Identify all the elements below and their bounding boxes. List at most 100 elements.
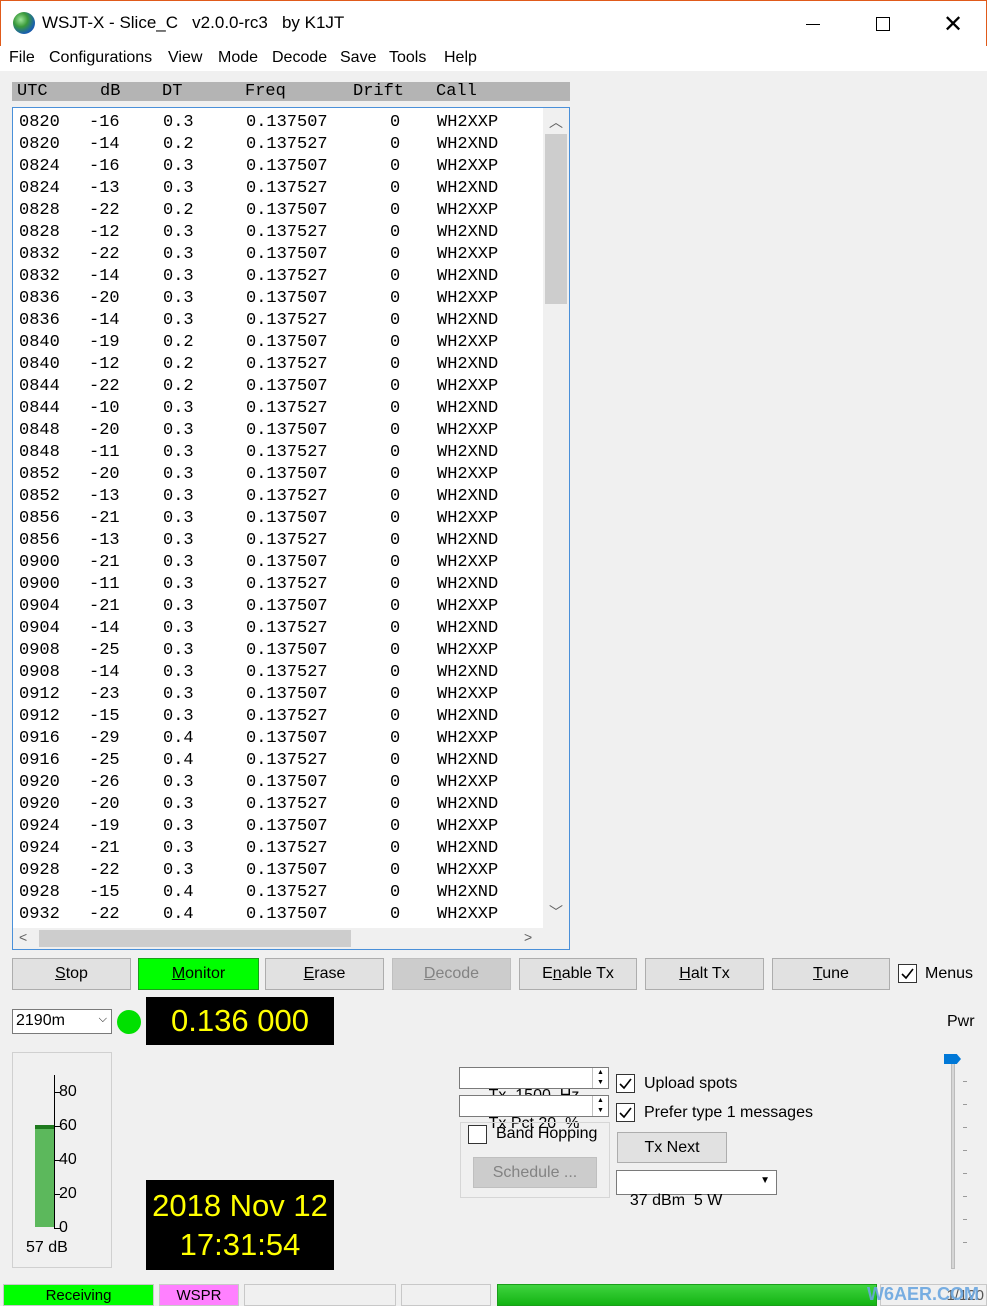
cell-call: WH2XND xyxy=(437,355,499,374)
table-row[interactable]: 0824 -16 0.3 0.137507 0 WH2XXP xyxy=(13,156,543,178)
table-row[interactable]: 0832 -14 0.3 0.137527 0 WH2XND xyxy=(13,266,543,288)
cell-call: WH2XXP xyxy=(437,333,499,352)
table-row[interactable]: 0840 -19 0.2 0.137507 0 WH2XXP xyxy=(13,332,543,354)
table-row[interactable]: 0844 -22 0.2 0.137507 0 WH2XXP xyxy=(13,376,543,398)
table-row[interactable]: 0856 -13 0.3 0.137527 0 WH2XND xyxy=(13,530,543,552)
cell-call: WH2XXP xyxy=(437,509,499,528)
tx-frequency-spinbox[interactable]: Tx 1500 Hz ▲▼ xyxy=(459,1067,609,1104)
table-row[interactable]: 0832 -22 0.3 0.137507 0 WH2XXP xyxy=(13,244,543,266)
menu-mode[interactable]: Mode xyxy=(218,49,258,67)
menu-save[interactable]: Save xyxy=(340,49,376,67)
cell-dt: 0.3 xyxy=(163,245,194,264)
band-select[interactable]: 2190m ⌵ xyxy=(12,1009,112,1034)
cell-call: WH2XXP xyxy=(437,685,499,704)
cell-freq: 0.137527 xyxy=(246,135,328,154)
table-row[interactable]: 0908 -25 0.3 0.137507 0 WH2XXP xyxy=(13,640,543,662)
power-slider-track[interactable] xyxy=(951,1057,955,1269)
power-slider-handle[interactable] xyxy=(944,1054,961,1064)
cell-dt: 0.4 xyxy=(163,751,194,770)
decode-list[interactable]: 0820 -16 0.3 0.137507 0 WH2XXP 0820 -14 0.2 0.137… xyxy=(12,107,570,950)
table-row[interactable]: 0824 -13 0.3 0.137527 0 WH2XND xyxy=(13,178,543,200)
cell-freq: 0.137507 xyxy=(246,685,328,704)
tx-next-button[interactable]: Tx Next xyxy=(617,1132,727,1163)
table-row[interactable]: 0912 -15 0.3 0.137527 0 WH2XND xyxy=(13,706,543,728)
table-row[interactable]: 0836 -14 0.3 0.137527 0 WH2XND xyxy=(13,310,543,332)
menus-checkbox[interactable] xyxy=(898,964,917,983)
tune-button[interactable]: Tune xyxy=(772,958,890,990)
table-row[interactable]: 0852 -13 0.3 0.137527 0 WH2XND xyxy=(13,486,543,508)
table-row[interactable]: 0912 -23 0.3 0.137507 0 WH2XXP xyxy=(13,684,543,706)
table-row[interactable]: 0852 -20 0.3 0.137507 0 WH2XXP xyxy=(13,464,543,486)
stop-button[interactable]: Stop xyxy=(12,958,131,990)
upload-spots-checkbox[interactable] xyxy=(616,1074,635,1093)
table-row[interactable]: 0928 -22 0.3 0.137507 0 WH2XXP xyxy=(13,860,543,882)
cell-freq: 0.137507 xyxy=(246,201,328,220)
slider-tick xyxy=(963,1219,967,1220)
scroll-left-icon[interactable]: < xyxy=(19,929,27,945)
vertical-scrollbar[interactable]: ︿ ﹀ xyxy=(543,108,569,928)
maximize-button[interactable] xyxy=(848,1,918,47)
clock-time: 17:31:54 xyxy=(179,1227,301,1262)
table-row[interactable]: 0844 -10 0.3 0.137527 0 WH2XND xyxy=(13,398,543,420)
table-row[interactable]: 0820 -14 0.2 0.137527 0 WH2XND xyxy=(13,134,543,156)
vertical-scroll-thumb[interactable] xyxy=(545,134,567,304)
scroll-right-icon[interactable]: > xyxy=(524,929,532,945)
table-row[interactable]: 0920 -20 0.3 0.137527 0 WH2XND xyxy=(13,794,543,816)
table-row[interactable]: 0904 -14 0.3 0.137527 0 WH2XND xyxy=(13,618,543,640)
table-row[interactable]: 0928 -15 0.4 0.137527 0 WH2XND xyxy=(13,882,543,904)
table-row[interactable]: 0848 -20 0.3 0.137507 0 WH2XXP xyxy=(13,420,543,442)
menu-decode[interactable]: Decode xyxy=(272,49,327,67)
table-row[interactable]: 0828 -12 0.3 0.137527 0 WH2XND xyxy=(13,222,543,244)
cell-dt: 0.3 xyxy=(163,487,194,506)
table-row[interactable]: 0900 -11 0.3 0.137527 0 WH2XND xyxy=(13,574,543,596)
table-row[interactable]: 0840 -12 0.2 0.137527 0 WH2XND xyxy=(13,354,543,376)
minimize-button[interactable] xyxy=(778,1,848,47)
monitor-label: Monitor xyxy=(171,965,226,982)
menu-help[interactable]: Help xyxy=(444,49,477,67)
table-row[interactable]: 0856 -21 0.3 0.137507 0 WH2XXP xyxy=(13,508,543,530)
cell-db: -21 xyxy=(89,839,120,858)
scroll-down-icon[interactable]: ﹀ xyxy=(549,902,563,922)
menu-view[interactable]: View xyxy=(168,49,202,67)
decode-button[interactable]: Decode xyxy=(392,958,511,990)
cell-drift: 0 xyxy=(390,399,401,418)
spin-arrows-icon[interactable]: ▲ ▼ xyxy=(592,1096,608,1116)
table-row[interactable]: 0916 -29 0.4 0.137507 0 WH2XXP xyxy=(13,728,543,750)
table-row[interactable]: 0900 -21 0.3 0.137507 0 WH2XXP xyxy=(13,552,543,574)
halt-tx-button[interactable]: Halt Tx xyxy=(645,958,764,990)
mode-label: WSPR xyxy=(176,1286,222,1304)
erase-button[interactable]: Erase xyxy=(265,958,384,990)
table-row[interactable]: 0836 -20 0.3 0.137507 0 WH2XXP xyxy=(13,288,543,310)
table-row[interactable]: 0924 -19 0.3 0.137507 0 WH2XXP xyxy=(13,816,543,838)
spin-arrows-icon[interactable]: ▲ ▼ xyxy=(592,1068,608,1088)
table-row[interactable]: 0848 -11 0.3 0.137527 0 WH2XND xyxy=(13,442,543,464)
cell-utc: 0920 xyxy=(19,773,60,792)
horizontal-scroll-thumb[interactable] xyxy=(39,930,351,947)
table-row[interactable]: 0908 -14 0.3 0.137527 0 WH2XND xyxy=(13,662,543,684)
band-hopping-checkbox[interactable] xyxy=(468,1125,487,1144)
cell-freq: 0.137527 xyxy=(246,223,328,242)
table-row[interactable]: 0932 -22 0.4 0.137507 0 WH2XXP xyxy=(13,904,543,926)
close-button[interactable]: ✕ xyxy=(918,1,987,47)
enable-tx-button[interactable]: Enable Tx xyxy=(519,958,637,990)
table-row[interactable]: 0904 -21 0.3 0.137507 0 WH2XXP xyxy=(13,596,543,618)
menu-tools[interactable]: Tools xyxy=(389,49,426,67)
prefer-type1-checkbox[interactable] xyxy=(616,1103,635,1122)
table-row[interactable]: 0828 -22 0.2 0.137507 0 WH2XXP xyxy=(13,200,543,222)
tx-power-select[interactable]: 37 dBm 5 W ▼ xyxy=(616,1170,777,1209)
menu-file[interactable]: File xyxy=(9,49,35,67)
menu-configurations[interactable]: Configurations xyxy=(49,49,152,67)
table-row[interactable]: 0924 -21 0.3 0.137527 0 WH2XND xyxy=(13,838,543,860)
cell-freq: 0.137527 xyxy=(246,795,328,814)
schedule-button[interactable]: Schedule ... xyxy=(473,1157,597,1188)
halt-tx-label: Halt Tx xyxy=(679,965,730,982)
horizontal-scrollbar[interactable]: < > xyxy=(13,928,569,949)
cell-db: -26 xyxy=(89,773,120,792)
table-row[interactable]: 0820 -16 0.3 0.137507 0 WH2XXP xyxy=(13,112,543,134)
table-row[interactable]: 0920 -26 0.3 0.137507 0 WH2XXP xyxy=(13,772,543,794)
tx-pct-spinbox[interactable]: Tx Pct 20 % ▲ ▼ xyxy=(459,1095,609,1132)
monitor-button[interactable]: Monitor xyxy=(138,958,259,990)
scroll-up-icon[interactable]: ︿ xyxy=(549,112,563,132)
cell-freq: 0.137507 xyxy=(246,377,328,396)
table-row[interactable]: 0916 -25 0.4 0.137527 0 WH2XND xyxy=(13,750,543,772)
